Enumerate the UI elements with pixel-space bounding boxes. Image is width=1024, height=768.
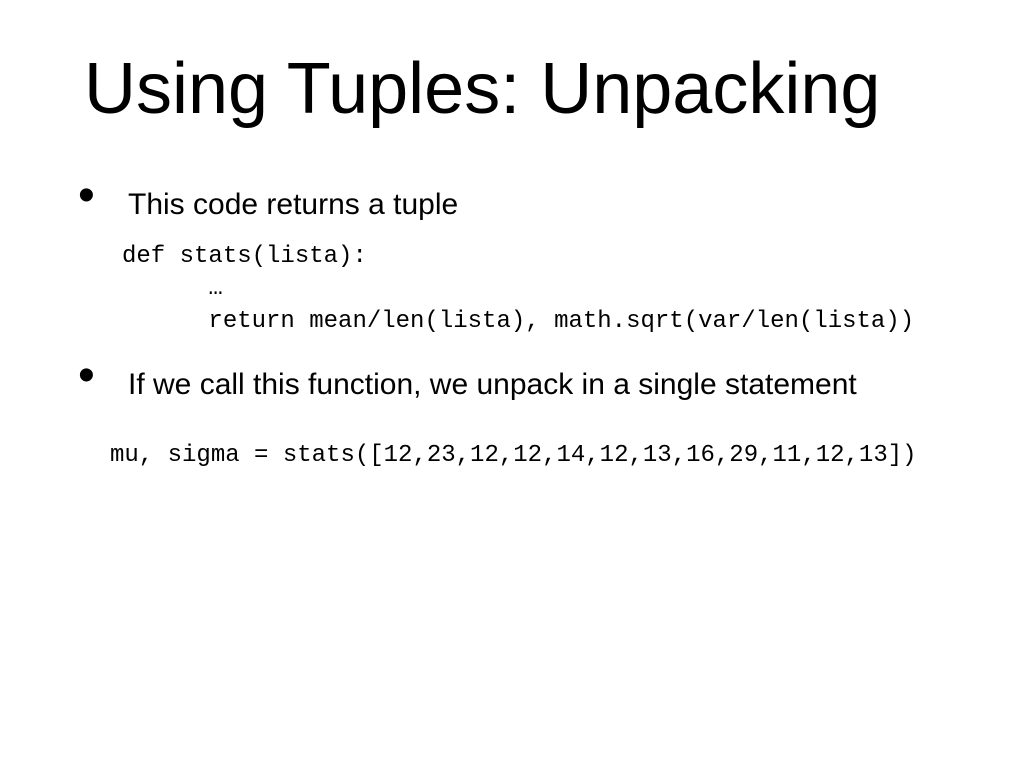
bullet-item: This code returns a tuple def stats(list… (70, 186, 964, 339)
bullet-list: This code returns a tuple def stats(list… (70, 186, 964, 471)
bullet-item: If we call this function, we unpack in a… (70, 366, 964, 471)
slide: Using Tuples: Unpacking This code return… (0, 0, 1024, 768)
code-block: mu, sigma = stats([12,23,12,12,14,12,13,… (110, 440, 964, 471)
bullet-text: This code returns a tuple (128, 186, 964, 224)
slide-title: Using Tuples: Unpacking (84, 52, 964, 128)
bullet-text: If we call this function, we unpack in a… (128, 366, 964, 404)
code-block: def stats(lista): … return mean/len(list… (122, 241, 964, 338)
